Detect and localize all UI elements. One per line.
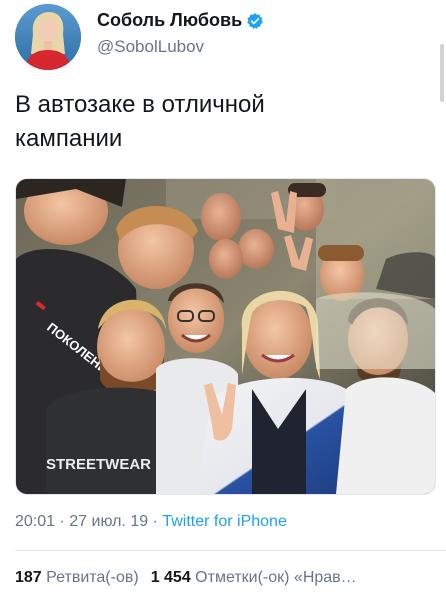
likes-count: 1 454: [150, 569, 191, 586]
tweet-text-line-2: кампании: [15, 125, 123, 152]
retweets-label: Ретвита(-ов): [41, 569, 139, 586]
likes-stat[interactable]: 1 454 Отметки(-ок) «Нрав…: [151, 569, 357, 586]
tweet-stats: 187 Ретвита(-ов) 1 454 Отметки(-ок) «Нрав…: [15, 569, 446, 587]
tweet-date: 27 июл. 19: [69, 513, 149, 530]
shirt-text-2: STREETWEAR: [46, 456, 151, 473]
avatar-image: [15, 4, 81, 70]
retweets-count: 187: [15, 569, 42, 586]
author-names: Соболь Любовь @SobolLubov: [97, 10, 264, 57]
tweet-text-line-1: В автозаке в отличной: [15, 91, 265, 118]
tweet: Соболь Любовь @SobolLubov В автозаке в о…: [0, 0, 446, 604]
author-handle[interactable]: @SobolLubov: [97, 37, 264, 57]
tweet-text: В автозаке в отличной кампании: [15, 88, 425, 156]
display-name-row: Соболь Любовь: [97, 10, 264, 31]
tweet-meta: 20:01 · 27 июл. 19 · Twitter for iPhone: [15, 513, 287, 531]
retweets-stat[interactable]: 187 Ретвита(-ов): [15, 569, 139, 586]
tweet-time: 20:01: [15, 513, 56, 530]
scrollbar[interactable]: [440, 44, 444, 102]
group-photo: ПОКОЛЕНИЕ STREETWEAR: [16, 179, 435, 494]
likes-label: Отметки(-ок) «Нрав…: [190, 569, 357, 586]
tweet-source-link[interactable]: Twitter for iPhone: [162, 513, 287, 530]
divider: [15, 550, 446, 551]
meta-separator: ·: [148, 513, 163, 530]
tweet-header: Соболь Любовь @SobolLubov: [15, 4, 425, 74]
display-name[interactable]: Соболь Любовь: [97, 10, 242, 31]
avatar[interactable]: [15, 4, 81, 70]
meta-separator: ·: [55, 513, 70, 530]
verified-badge-icon: [247, 12, 263, 29]
tweet-photo[interactable]: ПОКОЛЕНИЕ STREETWEAR: [15, 178, 436, 495]
